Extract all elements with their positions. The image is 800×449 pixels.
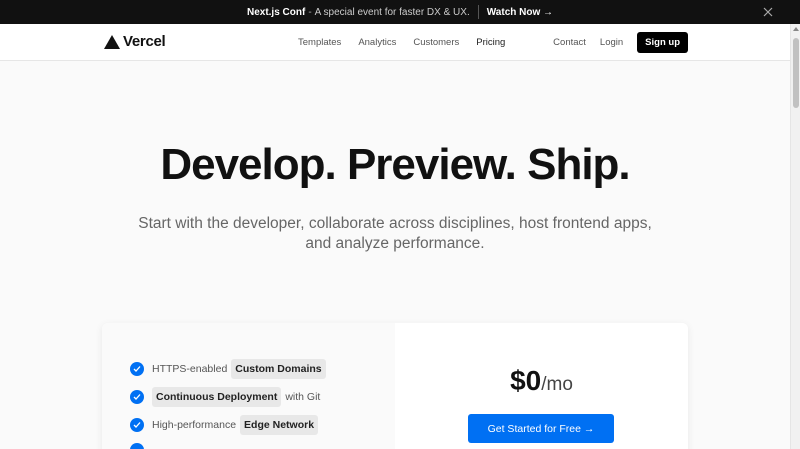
- check-circle-icon: [130, 390, 144, 404]
- feature-prefix: High-performance: [152, 419, 237, 431]
- announcement-banner: Next.js Conf - A special event for faste…: [0, 0, 800, 24]
- nav-link-pricing[interactable]: Pricing: [476, 37, 505, 48]
- vercel-logo[interactable]: Vercel: [103, 33, 166, 50]
- feature-suffix: with Git: [285, 391, 321, 403]
- top-navigation: Vercel Templates Analytics Customers Pri…: [0, 24, 790, 61]
- nav-link-analytics[interactable]: Analytics: [358, 37, 396, 48]
- price-display: $0/mo: [395, 365, 688, 397]
- scroll-up-icon[interactable]: [793, 27, 799, 31]
- watch-now-link[interactable]: Watch Now →: [487, 7, 553, 18]
- nav-link-login[interactable]: Login: [600, 37, 623, 48]
- pricing-card: HTTPS-enabled Custom Domains Continuous …: [102, 323, 688, 449]
- hero-subtitle: Start with the developer, collaborate ac…: [138, 215, 652, 252]
- get-started-button[interactable]: Get Started for Free →: [468, 414, 614, 443]
- feature-pill: Custom Domains: [231, 359, 326, 379]
- logo-text: Vercel: [123, 33, 166, 50]
- price-period: /mo: [541, 374, 573, 395]
- feature-pill: Edge Network: [240, 415, 319, 435]
- signup-button[interactable]: Sign up: [637, 32, 688, 53]
- banner-event-name: Next.js Conf: [246, 6, 306, 18]
- feature-item: High-performance Edge Network: [130, 415, 322, 435]
- nav-center-links: Templates Analytics Customers Pricing: [298, 24, 522, 61]
- features-panel: HTTPS-enabled Custom Domains Continuous …: [102, 323, 395, 449]
- banner-description: A special event for faster DX & UX.: [314, 6, 470, 18]
- nav-right-links: Contact Login Sign up: [553, 24, 688, 61]
- price-amount: $0: [510, 365, 542, 396]
- scrollbar[interactable]: [790, 24, 800, 449]
- price-panel: $0/mo Get Started for Free →: [395, 323, 688, 449]
- hero-title: Develop. Preview. Ship.: [160, 140, 630, 189]
- check-circle-icon: [130, 443, 144, 449]
- feature-prefix: HTTPS-enabled: [152, 363, 228, 375]
- nav-link-customers[interactable]: Customers: [413, 37, 459, 48]
- feature-item: Continuous Deployment with Git: [130, 387, 320, 407]
- check-circle-icon: [130, 418, 144, 432]
- banner-separator: -: [308, 6, 312, 18]
- feature-item: [130, 443, 152, 449]
- nav-link-templates[interactable]: Templates: [298, 37, 341, 48]
- banner-divider: [477, 5, 479, 19]
- nav-link-contact[interactable]: Contact: [553, 37, 586, 48]
- feature-pill: Continuous Deployment: [152, 387, 282, 407]
- feature-item: HTTPS-enabled Custom Domains: [130, 359, 330, 379]
- triangle-logo-icon: [104, 34, 120, 49]
- check-circle-icon: [130, 362, 144, 376]
- scrollbar-thumb[interactable]: [793, 38, 799, 108]
- close-icon[interactable]: [760, 4, 776, 20]
